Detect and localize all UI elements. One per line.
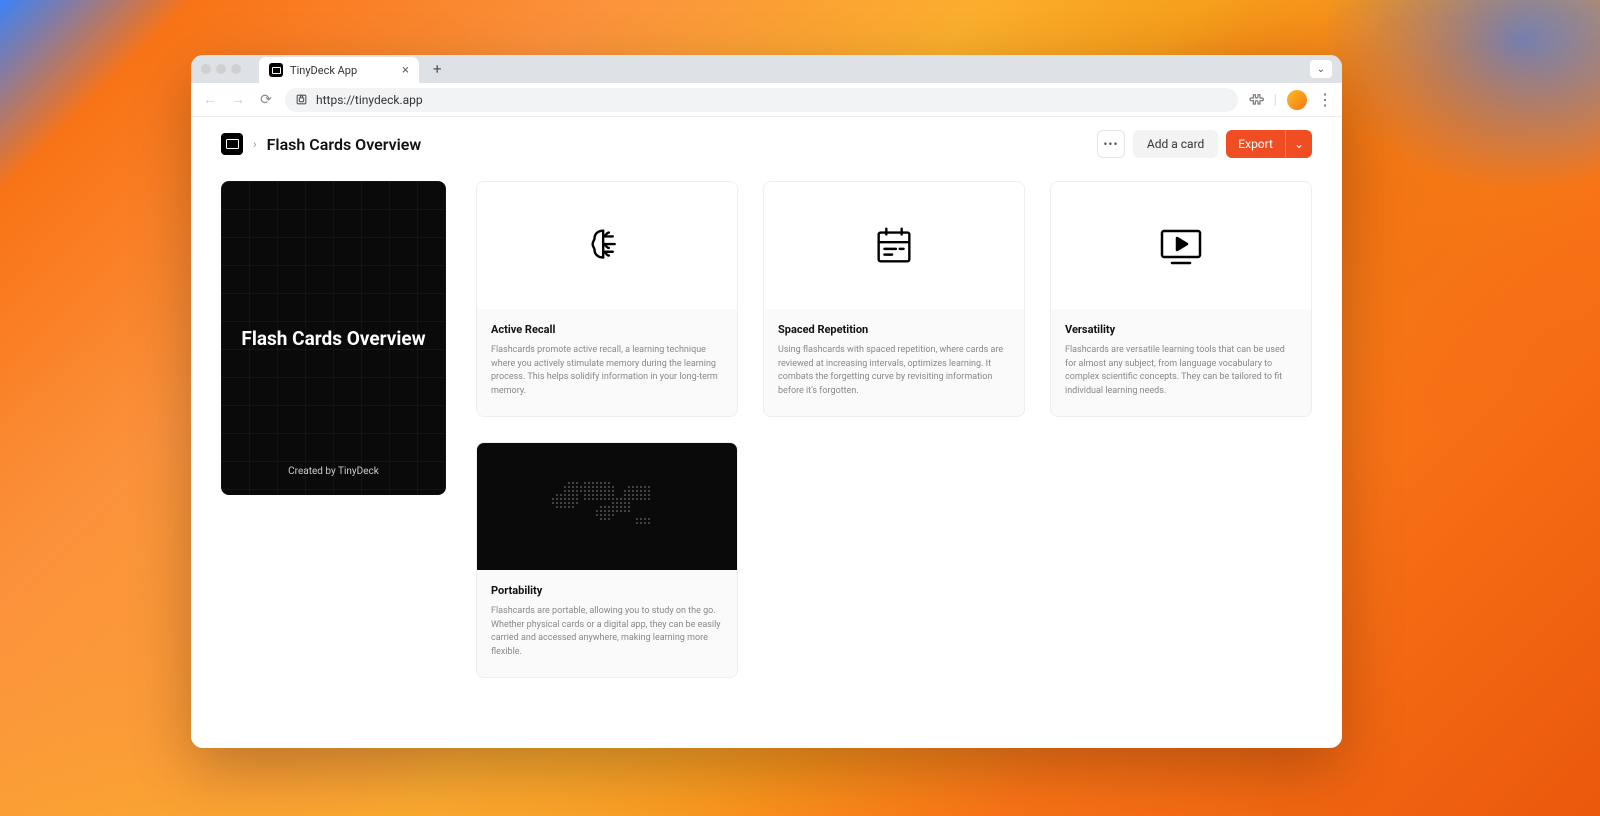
card-title: Versatility [1065, 323, 1297, 336]
browser-tab[interactable]: TinyDeck App × [259, 57, 419, 83]
deck-cover[interactable]: Flash Cards Overview Created by TinyDeck [221, 181, 446, 495]
url-text: https://tinydeck.app [316, 93, 423, 107]
back-button[interactable]: ← [201, 91, 219, 108]
more-options-button[interactable]: ••• [1097, 130, 1125, 158]
app-header: › Flash Cards Overview ••• Add a card Ex… [191, 117, 1342, 171]
address-bar: ← → ⟳ https://tinydeck.app | ⋮ [191, 83, 1342, 117]
browser-menu-icon[interactable]: ⋮ [1317, 90, 1332, 109]
flashcard[interactable]: Versatility Flashcards are versatile lea… [1050, 181, 1312, 417]
url-input[interactable]: https://tinydeck.app [285, 88, 1238, 112]
card-description: Flashcards are portable, allowing you to… [491, 605, 723, 659]
app-logo-icon[interactable] [221, 133, 243, 155]
forward-button[interactable]: → [229, 91, 247, 108]
video-icon [1051, 182, 1311, 309]
extensions-icon[interactable] [1248, 92, 1264, 108]
flashcard[interactable]: Spaced Repetition Using flashcards with … [763, 181, 1025, 417]
new-tab-button[interactable]: + [427, 60, 448, 78]
flashcard[interactable]: Portability Flashcards are portable, all… [476, 442, 738, 678]
card-title: Spaced Repetition [778, 323, 1010, 336]
card-title: Portability [491, 584, 723, 597]
browser-window: TinyDeck App × + ⌄ ← → ⟳ https://tinydec… [191, 55, 1342, 748]
world-map-icon [477, 443, 737, 570]
favicon-icon [269, 63, 283, 77]
reload-button[interactable]: ⟳ [257, 92, 275, 108]
cards-grid: Active Recall Flashcards promote active … [476, 181, 1312, 678]
card-description: Flashcards are versatile learning tools … [1065, 344, 1297, 398]
add-card-button[interactable]: Add a card [1133, 130, 1218, 158]
chevron-down-icon[interactable]: ⌄ [1285, 130, 1312, 158]
calendar-icon [764, 182, 1024, 309]
breadcrumb-chevron-icon: › [253, 137, 257, 151]
window-controls[interactable] [201, 64, 241, 74]
card-description: Flashcards promote active recall, a lear… [491, 344, 723, 398]
tab-bar: TinyDeck App × + ⌄ [191, 55, 1342, 83]
flashcard[interactable]: Active Recall Flashcards promote active … [476, 181, 738, 417]
profile-avatar[interactable] [1287, 90, 1307, 110]
export-button[interactable]: Export ⌄ [1226, 130, 1312, 158]
page-content: › Flash Cards Overview ••• Add a card Ex… [191, 117, 1342, 748]
brain-icon [477, 182, 737, 309]
tab-title: TinyDeck App [290, 64, 357, 77]
page-title: Flash Cards Overview [267, 135, 422, 154]
close-tab-icon[interactable]: × [402, 63, 409, 78]
card-title: Active Recall [491, 323, 723, 336]
cover-credit: Created by TinyDeck [288, 466, 379, 477]
site-info-icon[interactable] [295, 93, 308, 106]
tab-overflow-button[interactable]: ⌄ [1310, 60, 1332, 78]
card-description: Using flashcards with spaced repetition,… [778, 344, 1010, 398]
cover-title: Flash Cards Overview [241, 327, 425, 350]
